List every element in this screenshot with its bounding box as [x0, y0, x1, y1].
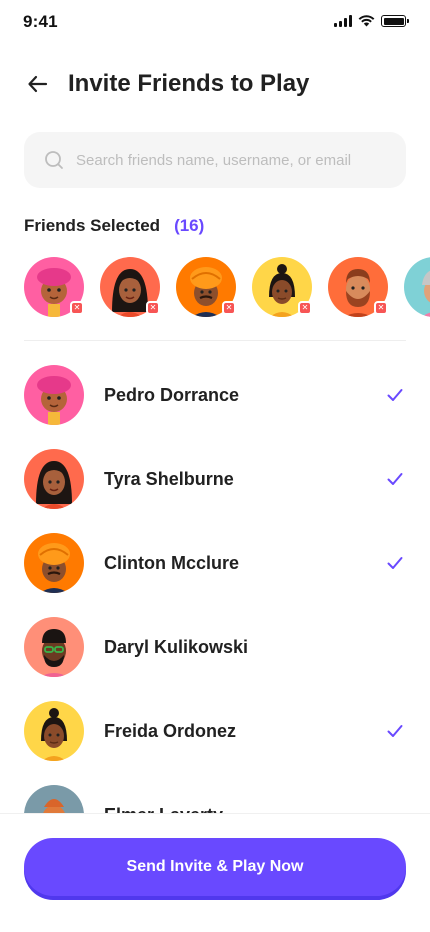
search-input[interactable]: [76, 151, 376, 169]
search-bar[interactable]: [24, 132, 406, 188]
avatar: [24, 701, 84, 761]
friend-name: Freida Ordonez: [104, 720, 237, 741]
check-icon[interactable]: [386, 722, 404, 740]
signal-icon: [334, 15, 352, 27]
page-title: Invite Friends to Play: [68, 70, 310, 97]
friend-name: Daryl Kulikowski: [104, 636, 249, 657]
friends-selected-count: (16): [174, 216, 205, 235]
close-icon: ✕: [377, 303, 385, 312]
arrow-left-icon: [28, 75, 48, 93]
friend-name: Clinton Mcclure: [104, 552, 240, 573]
friend-row[interactable]: Tyra Shelburne: [24, 449, 406, 509]
close-icon: ✕: [301, 303, 309, 312]
divider: [24, 340, 406, 341]
wifi-icon: [358, 15, 375, 27]
remove-friend-button[interactable]: ✕: [298, 301, 312, 315]
status-bar: 9:41: [0, 0, 430, 44]
check-icon[interactable]: [386, 386, 404, 404]
remove-friend-button[interactable]: ✕: [146, 301, 160, 315]
friends-selected-heading: Friends Selected (16): [24, 216, 204, 236]
battery-icon: [381, 15, 409, 27]
close-icon: ✕: [225, 303, 233, 312]
avatar: [24, 617, 84, 677]
friend-row[interactable]: Clinton Mcclure: [24, 533, 406, 593]
close-icon: ✕: [73, 303, 81, 312]
status-icons: [334, 15, 409, 27]
close-icon: ✕: [149, 303, 157, 312]
avatar: [24, 533, 84, 593]
friend-name: Tyra Shelburne: [104, 468, 234, 489]
send-invite-button[interactable]: Send Invite & Play Now: [24, 838, 406, 896]
friends-list[interactable]: Pedro Dorrance Tyra Shelburne Clinton Mc…: [24, 365, 406, 813]
status-time: 9:41: [23, 12, 58, 31]
friend-row[interactable]: Pedro Dorrance: [24, 365, 406, 425]
friend-name: Elmer Laverty: [104, 805, 406, 814]
header: Invite Friends to Play: [24, 62, 406, 106]
selected-avatar[interactable]: [404, 257, 430, 317]
remove-friend-button[interactable]: ✕: [70, 301, 84, 315]
friends-selected-label: Friends Selected: [24, 216, 161, 235]
friend-row[interactable]: Elmer Laverty: [24, 785, 406, 813]
remove-friend-button[interactable]: ✕: [374, 301, 388, 315]
check-icon[interactable]: [386, 470, 404, 488]
remove-friend-button[interactable]: ✕: [222, 301, 236, 315]
back-button[interactable]: [24, 70, 52, 98]
selected-friends-row[interactable]: ✕ ✕ ✕ ✕ ✕: [24, 257, 430, 319]
avatar: [24, 449, 84, 509]
search-icon: [45, 151, 63, 169]
check-icon[interactable]: [386, 554, 404, 572]
avatar: [24, 785, 84, 813]
friend-row[interactable]: Freida Ordonez: [24, 701, 406, 761]
avatar: [24, 365, 84, 425]
friend-name: Pedro Dorrance: [104, 384, 240, 405]
friend-row[interactable]: Daryl Kulikowski: [24, 617, 406, 677]
